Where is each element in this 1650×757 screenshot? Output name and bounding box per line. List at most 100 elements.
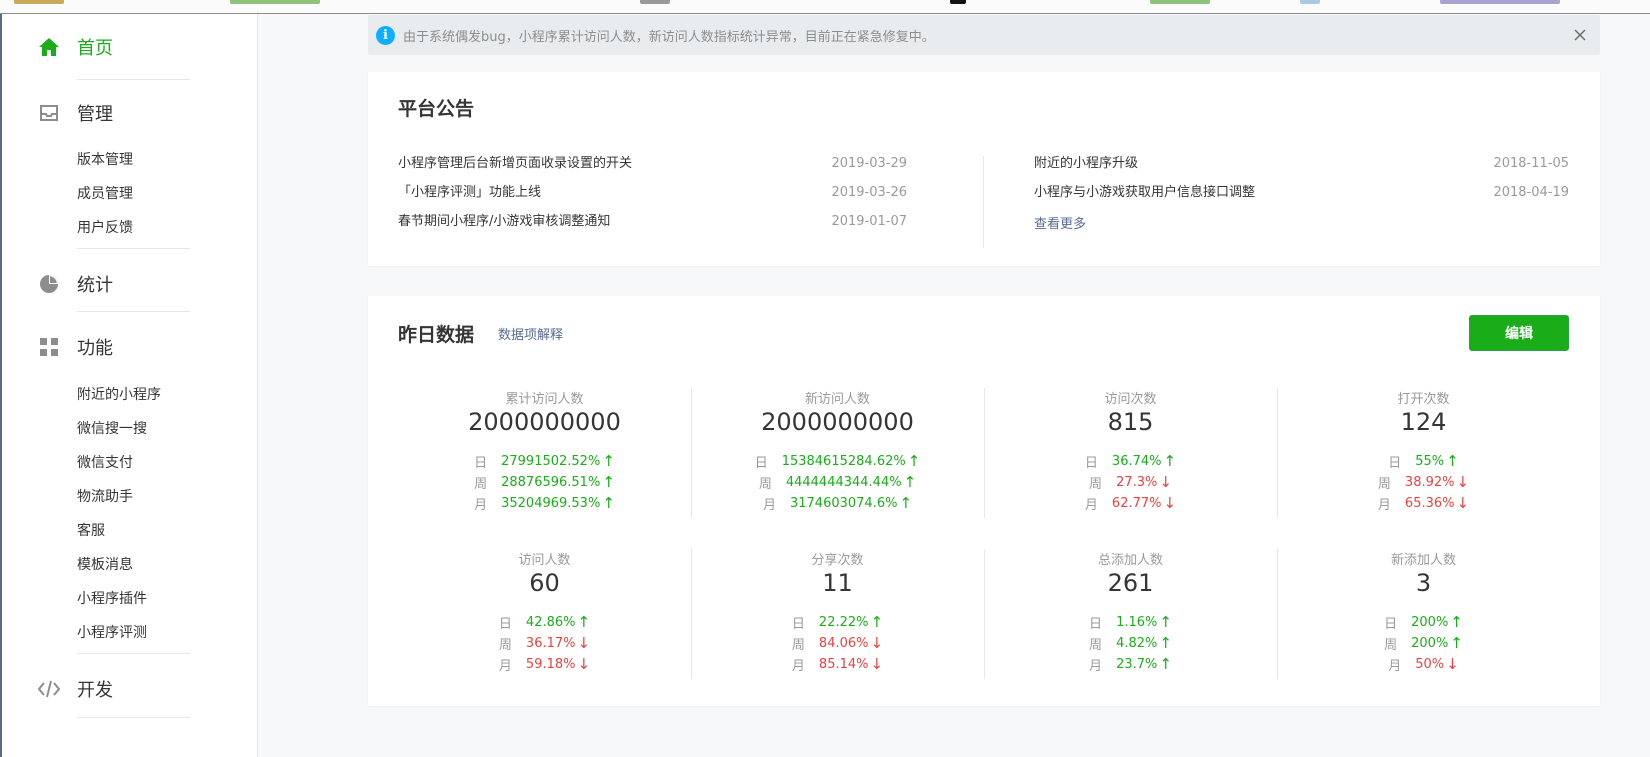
sidebar-sub-pay[interactable]: 微信支付 <box>77 453 133 473</box>
stat-change-row: 日 22.22% ↑ <box>691 611 984 633</box>
sidebar-item-dev[interactable]: 开发 <box>38 674 113 704</box>
change-percent: 4.82% <box>1116 635 1158 651</box>
period-label: 月 <box>1084 497 1098 513</box>
arrow-up-icon: ↑ <box>577 613 591 631</box>
arrow-down-icon: ↓ <box>1456 494 1470 512</box>
period-label: 月 <box>1089 658 1103 674</box>
change-percent: 36.17% <box>525 635 576 651</box>
stat-change-row: 周 4.82% ↑ <box>984 632 1277 654</box>
sidebar-item-home[interactable]: 首页 <box>38 32 113 62</box>
inbox-icon <box>38 102 60 124</box>
sidebar-sub-search[interactable]: 微信搜一搜 <box>77 419 147 439</box>
announcements-card: 平台公告 小程序管理后台新增页面收录设置的开关 2019-03-29 「小程序评… <box>368 72 1600 266</box>
see-more-link[interactable]: 查看更多 <box>1034 213 1086 232</box>
announcement-item[interactable]: 春节期间小程序/小游戏审核调整通知 2019-01-07 <box>398 211 907 233</box>
announcement-title: 春节期间小程序/小游戏审核调整通知 <box>398 214 611 229</box>
code-icon <box>38 678 60 700</box>
change-percent: 23.7% <box>1116 656 1158 672</box>
announcement-date: 2018-11-05 <box>1493 156 1569 171</box>
announcement-item[interactable]: 「小程序评测」功能上线 2019-03-26 <box>398 182 907 204</box>
announcement-date: 2019-03-29 <box>831 156 907 171</box>
sidebar-sub-template-msg[interactable]: 模板消息 <box>77 555 133 575</box>
period-label: 日 <box>498 616 512 632</box>
sidebar-sub-version[interactable]: 版本管理 <box>77 150 133 170</box>
period-label: 日 <box>754 455 768 471</box>
announcements-divider <box>983 156 984 248</box>
change-percent: 27.3% <box>1116 474 1158 490</box>
stat-change-row: 月 62.77% ↓ <box>984 492 1277 514</box>
arrow-down-icon: ↓ <box>577 634 591 652</box>
change-percent: 36.74% <box>1111 453 1162 469</box>
sidebar-sub-evaluation[interactable]: 小程序评测 <box>77 623 147 643</box>
change-percent: 85.14% <box>818 656 869 672</box>
change-percent: 27991502.52% <box>501 453 601 469</box>
stat-tile: 访问次数 815 日 36.74% ↑ 周 27.3% ↓ 月 62.77% ↓ <box>984 388 1277 518</box>
period-label: 周 <box>1384 637 1398 653</box>
stat-change-row: 月 59.18% ↓ <box>398 653 691 675</box>
sidebar-item-manage[interactable]: 管理 <box>38 98 113 128</box>
announcement-title: 小程序管理后台新增页面收录设置的开关 <box>398 156 633 171</box>
stat-change-row: 月 23.7% ↑ <box>984 653 1277 675</box>
arrow-up-icon: ↑ <box>1159 634 1172 652</box>
stat-change-row: 周 27.3% ↓ <box>984 471 1277 493</box>
change-percent: 22.22% <box>818 614 869 630</box>
stat-tile: 访问人数 60 日 42.86% ↑ 周 36.17% ↓ 月 59.18% ↓ <box>398 549 691 679</box>
arrow-down-icon: ↓ <box>870 634 884 652</box>
change-percent: 35204969.53% <box>501 495 601 511</box>
stat-change-row: 月 50% ↓ <box>1277 653 1570 675</box>
arrow-up-icon: ↑ <box>1159 613 1172 631</box>
sidebar-sub-feedback[interactable]: 用户反馈 <box>77 218 133 238</box>
announcement-item[interactable]: 小程序管理后台新增页面收录设置的开关 2019-03-29 <box>398 153 907 175</box>
period-label: 周 <box>791 637 805 653</box>
arrow-up-icon: ↑ <box>602 452 615 470</box>
system-notice-bar: i 由于系统偶发bug，小程序累计访问人数，新访问人数指标统计异常，目前正在紧急… <box>368 15 1600 55</box>
change-percent: 59.18% <box>525 656 576 672</box>
stat-label: 打开次数 <box>1397 392 1450 407</box>
stat-tile: 总添加人数 261 日 1.16% ↑ 周 4.82% ↑ 月 23.7% ↑ <box>984 549 1277 679</box>
stat-label: 新添加人数 <box>1390 553 1456 568</box>
announcement-item[interactable]: 附近的小程序升级 2018-11-05 <box>1034 153 1569 175</box>
period-label: 周 <box>474 476 488 492</box>
period-label: 日 <box>791 616 805 632</box>
arrow-up-icon: ↑ <box>870 613 884 631</box>
stat-change-row: 日 27991502.52% ↑ <box>398 450 691 472</box>
close-icon[interactable] <box>1570 25 1590 45</box>
change-percent: 3174603074.6% <box>789 495 898 511</box>
sidebar-sub-members[interactable]: 成员管理 <box>77 184 133 204</box>
sidebar-item-features[interactable]: 功能 <box>38 332 113 362</box>
arrow-up-icon: ↑ <box>602 473 615 491</box>
period-label: 月 <box>1388 658 1402 674</box>
arrow-down-icon: ↓ <box>1163 494 1177 512</box>
arrow-up-icon: ↑ <box>1450 634 1463 652</box>
nav-divider <box>77 248 190 249</box>
sidebar-item-label: 管理 <box>77 104 113 125</box>
data-explain-link[interactable]: 数据项解释 <box>498 324 563 343</box>
pie-chart-icon <box>38 273 60 295</box>
sidebar-sub-nearby[interactable]: 附近的小程序 <box>77 385 161 405</box>
stat-tile: 分享次数 11 日 22.22% ↑ 周 84.06% ↓ 月 85.14% ↓ <box>691 549 984 679</box>
period-label: 日 <box>1388 455 1402 471</box>
period-label: 月 <box>762 497 776 513</box>
sidebar-sub-plugins[interactable]: 小程序插件 <box>77 589 147 609</box>
stat-change-row: 日 36.74% ↑ <box>984 450 1277 472</box>
nav-divider <box>77 717 190 718</box>
stat-change-row: 周 28876596.51% ↑ <box>398 471 691 493</box>
change-percent: 50% <box>1415 656 1445 672</box>
stat-change-row: 周 38.92% ↓ <box>1277 471 1570 493</box>
yesterday-data-card: 昨日数据 数据项解释 编辑 累计访问人数 2000000000 日 27991502.… <box>368 296 1600 706</box>
sidebar-sub-customer-service[interactable]: 客服 <box>77 521 105 541</box>
announcement-item[interactable]: 小程序与小游戏获取用户信息接口调整 2018-04-19 <box>1034 182 1569 204</box>
sidebar-sub-logistics[interactable]: 物流助手 <box>77 487 133 507</box>
arrow-down-icon: ↓ <box>1456 473 1470 491</box>
stat-value: 2000000000 <box>761 408 914 436</box>
stat-change-row: 月 65.36% ↓ <box>1277 492 1570 514</box>
sidebar-item-stats[interactable]: 统计 <box>38 269 113 299</box>
period-label: 日 <box>1089 616 1103 632</box>
edit-button[interactable]: 编辑 <box>1469 315 1569 351</box>
change-percent: 4444444344.44% <box>785 474 902 490</box>
period-label: 日 <box>474 455 488 471</box>
stat-change-row: 周 36.17% ↓ <box>398 632 691 654</box>
period-label: 日 <box>1084 455 1098 471</box>
stat-label: 分享次数 <box>811 553 864 568</box>
arrow-up-icon: ↑ <box>1450 613 1463 631</box>
